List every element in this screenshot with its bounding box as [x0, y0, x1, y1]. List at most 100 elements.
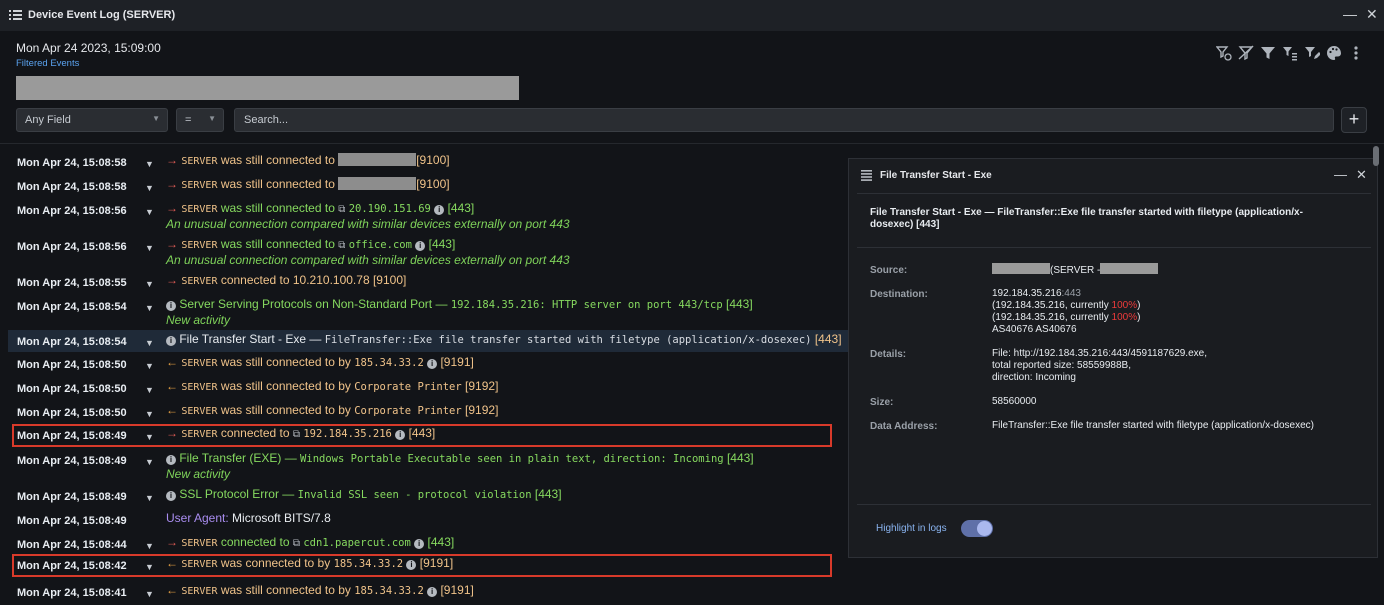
chevron-down-icon[interactable]: ▼	[145, 159, 154, 169]
chevron-down-icon[interactable]: ▼	[145, 338, 154, 348]
info-icon[interactable]: i	[414, 539, 425, 549]
row-target[interactable]: cdn1.papercut.com	[303, 537, 410, 549]
device-name[interactable]: SERVER	[181, 204, 217, 215]
filter-clear-icon[interactable]	[1238, 45, 1254, 61]
highlight-in-logs-toggle[interactable]	[961, 520, 993, 537]
device-name[interactable]: SERVER	[181, 240, 217, 251]
redacted-field	[16, 76, 519, 100]
info-icon[interactable]: i	[427, 587, 438, 597]
external-link-icon[interactable]: ⧉	[293, 429, 300, 440]
close-icon[interactable]: ✕	[1356, 167, 1367, 183]
log-row[interactable]: Mon Apr 24, 15:08:49 ▼ i SSL Protocol Er…	[8, 484, 848, 508]
row-message: ← SERVER was still connected to by Corpo…	[166, 403, 498, 417]
field-select[interactable]: Any Field ▼	[16, 108, 168, 132]
search-input[interactable]: Search...	[234, 108, 1334, 132]
chevron-down-icon[interactable]: ▼	[145, 303, 154, 313]
device-name[interactable]: SERVER	[181, 429, 217, 440]
destination-ip[interactable]: 192.184.35.216	[992, 288, 1062, 299]
external-link-icon[interactable]: ⧉	[338, 204, 345, 215]
info-icon[interactable]: i	[166, 455, 176, 465]
chevron-down-icon[interactable]: ▼	[145, 493, 154, 503]
list-menu-icon[interactable]	[861, 170, 872, 181]
chevron-down-icon[interactable]: ▼	[145, 207, 154, 217]
row-target[interactable]: 10.210.100.78	[293, 273, 370, 287]
info-icon[interactable]: i	[395, 430, 406, 440]
row-target[interactable]: 185.34.33.2	[354, 585, 424, 597]
chevron-down-icon[interactable]: ▼	[145, 562, 154, 572]
row-target[interactable]: 192.184.35.216	[303, 428, 392, 440]
minimize-icon[interactable]: —	[1343, 6, 1357, 22]
row-message: → SERVER connected to 10.210.100.78 [910…	[166, 273, 406, 287]
device-name[interactable]: SERVER	[181, 358, 217, 369]
device-name[interactable]: SERVER	[181, 276, 217, 287]
chevron-down-icon[interactable]: ▼	[145, 243, 154, 253]
device-name[interactable]: SERVER	[181, 586, 217, 597]
log-row[interactable]: Mon Apr 24, 15:08:54 ▼ i Server Serving …	[8, 294, 848, 330]
chevron-down-icon[interactable]: ▼	[145, 432, 154, 442]
log-row[interactable]: Mon Apr 24, 15:08:55 ▼ → SERVER connecte…	[8, 270, 848, 294]
info-icon[interactable]: i	[166, 491, 176, 501]
device-name[interactable]: SERVER	[181, 559, 217, 570]
device-name[interactable]: SERVER	[181, 538, 217, 549]
chevron-down-icon[interactable]: ▼	[145, 541, 154, 551]
device-name[interactable]: SERVER	[181, 382, 217, 393]
row-message: → SERVER connected to ⧉ cdn1.papercut.co…	[166, 535, 454, 549]
log-row-highlighted[interactable]: Mon Apr 24, 15:08:49 ▼ → SERVER connecte…	[12, 424, 832, 447]
chevron-down-icon[interactable]: ▼	[145, 183, 154, 193]
log-row[interactable]: Mon Apr 24, 15:08:50 ▼ ← SERVER was stil…	[8, 400, 848, 424]
chevron-down-icon[interactable]: ▼	[145, 457, 154, 467]
info-icon[interactable]: i	[406, 560, 417, 570]
info-icon[interactable]: i	[166, 336, 176, 346]
add-filter-button[interactable]: +	[1341, 107, 1367, 133]
log-row[interactable]: Mon Apr 24, 15:08:49 User Agent: Microso…	[8, 508, 848, 532]
filter-list-icon[interactable]	[1282, 45, 1298, 61]
info-icon[interactable]: i	[434, 205, 445, 215]
row-detail: Invalid SSL seen - protocol violation	[297, 489, 532, 501]
close-icon[interactable]: ✕	[1366, 6, 1378, 23]
more-vertical-icon[interactable]	[1348, 45, 1364, 61]
row-target[interactable]: 185.34.33.2	[354, 357, 424, 369]
device-name[interactable]: SERVER	[181, 406, 217, 417]
chevron-down-icon[interactable]: ▼	[145, 385, 154, 395]
list-menu-icon[interactable]	[9, 9, 22, 21]
log-row[interactable]: Mon Apr 24, 15:08:50 ▼ ← SERVER was stil…	[8, 376, 848, 400]
minimize-icon[interactable]: —	[1334, 167, 1347, 182]
chevron-down-icon[interactable]: ▼	[145, 361, 154, 371]
external-link-icon[interactable]: ⧉	[338, 240, 345, 251]
chevron-down-icon[interactable]: ▼	[145, 409, 154, 419]
source-value: (SERVER -	[992, 263, 1159, 277]
filter-icon[interactable]	[1260, 45, 1276, 61]
chevron-down-icon[interactable]: ▼	[145, 589, 154, 599]
row-target[interactable]: office.com	[349, 239, 412, 251]
log-row[interactable]: Mon Apr 24, 15:08:49 ▼ i File Transfer (…	[8, 448, 848, 484]
info-icon[interactable]: i	[415, 241, 426, 251]
log-row-highlighted[interactable]: Mon Apr 24, 15:08:42 ▼ ← SERVER was conn…	[12, 554, 832, 577]
external-link-icon[interactable]: ⧉	[293, 538, 300, 549]
info-icon[interactable]: i	[166, 301, 176, 311]
log-row-selected[interactable]: Mon Apr 24, 15:08:54 ▼ i File Transfer S…	[8, 330, 848, 352]
log-row[interactable]: Mon Apr 24, 15:08:58 ▼ → SERVER was stil…	[8, 150, 848, 174]
row-target[interactable]: Corporate Printer	[354, 405, 461, 417]
operator-select[interactable]: = ▼	[176, 108, 224, 132]
filter-add-icon[interactable]	[1215, 45, 1232, 61]
log-row[interactable]: Mon Apr 24, 15:08:44 ▼ → SERVER connecte…	[8, 532, 848, 556]
row-target[interactable]: 20.190.151.69	[349, 203, 431, 215]
filtered-events-link[interactable]: Filtered Events	[16, 58, 79, 69]
log-row[interactable]: Mon Apr 24, 15:08:50 ▼ ← SERVER was stil…	[8, 352, 848, 376]
row-timestamp: Mon Apr 24, 15:08:44	[17, 539, 127, 551]
device-name[interactable]: SERVER	[181, 180, 217, 191]
row-target[interactable]: Corporate Printer	[354, 381, 461, 393]
palette-icon[interactable]	[1326, 45, 1342, 61]
device-name[interactable]: SERVER	[181, 156, 217, 167]
log-row[interactable]: Mon Apr 24, 15:08:56 ▼ → SERVER was stil…	[8, 234, 848, 270]
chevron-down-icon[interactable]: ▼	[145, 279, 154, 289]
arrow-right-icon: →	[166, 273, 178, 287]
log-row[interactable]: Mon Apr 24, 15:08:41 ▼ ← SERVER was stil…	[8, 580, 848, 604]
filter-edit-icon[interactable]	[1304, 45, 1321, 61]
row-target[interactable]: 185.34.33.2	[334, 558, 404, 570]
scrollbar[interactable]	[1373, 146, 1379, 166]
row-annotation: New activity	[166, 313, 231, 327]
log-row[interactable]: Mon Apr 24, 15:08:56 ▼ → SERVER was stil…	[8, 198, 848, 234]
log-row[interactable]: Mon Apr 24, 15:08:58 ▼ → SERVER was stil…	[8, 174, 848, 198]
info-icon[interactable]: i	[427, 359, 438, 369]
